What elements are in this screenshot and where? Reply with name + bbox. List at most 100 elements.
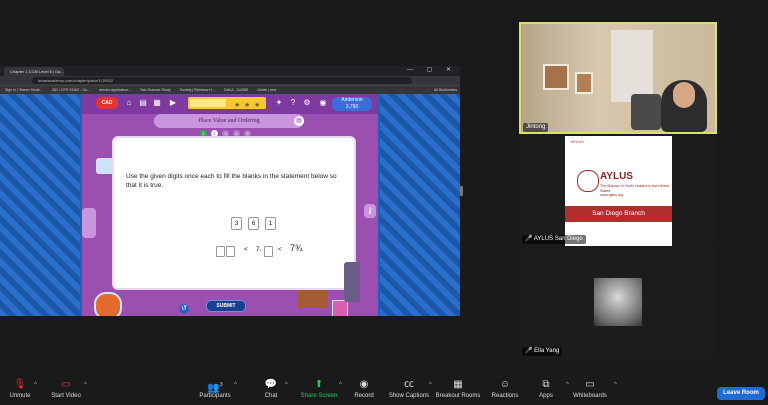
question-dots: 1 2 3 4 5 [200,130,260,138]
game-logo[interactable]: CAD [96,97,118,109]
meeting-toolbar: 🎙 Unmute ^ ▭ Start Video ^ 👥3 Participan… [0,378,768,405]
question-card: Use the given digits once each to fill t… [114,138,354,288]
window-blinds [611,30,653,102]
flask-decoration [94,292,122,316]
less-than-sign: < [244,246,248,253]
video-tile-aylus[interactable]: AYLUS AYLUS The Alliance of Youth Leader… [520,136,716,246]
browser-tab[interactable]: Chapter 1 CCM Level 6 | Ga... [4,67,64,76]
whiteboard-icon: ▭ [585,379,595,390]
start-video-label: Start Video [51,393,81,399]
grid-icon[interactable]: ▦ [152,98,162,108]
participants-count: 3 [219,382,223,388]
game-panel: CAD ⌂ ▤ ▦ ▶ ★ ★ ★ ✦ ? ⚙ ◉ Anderson 3,790 [82,94,378,316]
poster-band: San Diego Branch [565,206,672,222]
bookmark[interactable]: ISD / CPS S1W2 - Go... [52,88,90,92]
muted-mic-icon: 🎤 [525,348,533,354]
participant-name: 🎤 AYLUS San Diego [522,235,586,244]
less-than-sign: < [278,246,282,253]
question-dot[interactable]: 4 [233,130,240,137]
seven-decimal: 7. [256,246,262,253]
tools-panel[interactable] [82,208,96,238]
address-bar[interactable]: beastacademy.com/chapter/place/1/1/50/2 [32,77,412,84]
window-controls[interactable]: — ▢ ✕ [407,66,457,73]
poster-subtitle-text: The Alliance of Youth Leaders in the Uni… [600,184,669,193]
profile-name: Anderson [341,97,363,103]
video-tile-ella[interactable]: 🎤 Ella Yang [520,248,716,358]
background-pattern-left [0,94,80,316]
captions-label: Show Captions [388,393,430,399]
participant-name-text: Ella Yang [534,348,560,354]
whiteboards-label: Whiteboards [573,393,607,399]
bookmark[interactable]: San Science Study [140,88,170,92]
book-icon[interactable]: ▤ [294,116,304,126]
chevron-up-icon[interactable]: ^ [234,382,237,388]
bookmark[interactable]: Society | Rainbow H... [180,88,215,92]
progress-fill [190,99,226,107]
digit-tile[interactable]: 6 [248,217,259,230]
profile-points: 3,790 [345,104,359,110]
answer-blank[interactable] [216,246,225,257]
question-dot[interactable]: 1 [200,130,207,137]
info-button[interactable]: i [364,204,376,218]
refresh-icon[interactable]: ↺ [179,304,189,314]
mixed-number: 7¾ [290,243,303,253]
progress-bar: ★ ★ ★ [188,97,266,109]
poster-site: www.aylus.org [600,193,624,197]
chair [631,94,661,130]
chevron-up-icon[interactable]: ^ [285,382,288,388]
submit-button[interactable]: SUBMIT [206,300,246,312]
microscope-decoration [344,262,360,302]
participant-name: Jintong [523,123,549,132]
leave-room-button[interactable]: Leave Room [717,387,765,400]
chevron-up-icon[interactable]: ^ [614,382,617,388]
home-icon[interactable]: ⌂ [124,98,134,108]
lesson-title: Place Value and Ordering [154,114,304,128]
play-icon[interactable]: ▶ [168,98,178,108]
poster-title: AYLUS [600,171,633,182]
bookmark[interactable]: Sign In | Stanm Stude... [5,88,43,92]
question-dot[interactable]: 3 [222,130,229,137]
beaker-decoration [332,300,348,316]
poster-logo: AYLUS [571,139,584,144]
question-dot[interactable]: 5 [244,130,251,137]
muted-mic-icon: 🎤 [525,236,533,242]
answer-blank[interactable] [264,246,273,257]
whiteboards-button[interactable]: ▭ Whiteboards [562,378,618,401]
profile-picture [594,278,642,326]
digit-tile[interactable]: 1 [265,217,276,230]
star-icon: ★ [254,102,261,109]
wall-frame [543,64,569,90]
participants-label: Participants [199,393,231,399]
video-tile-jintong[interactable]: Jintong [519,22,717,134]
book-icon[interactable]: ▤ [138,98,148,108]
aylus-poster: AYLUS AYLUS The Alliance of Youth Leader… [565,136,672,246]
chevron-up-icon[interactable]: ^ [84,382,87,388]
poster-subtitle: The Alliance of Youth Leaders in the Uni… [600,184,670,198]
settings-icon[interactable]: ⚙ [302,98,312,108]
torch-icon [577,170,599,192]
lamp-decoration [96,158,116,174]
bookmark[interactable]: ZotLA - ZoOBE [224,88,248,92]
question-dot[interactable]: 2 [211,130,218,137]
bookmark[interactable]: mentor.application... [99,88,131,92]
lightbulb-icon[interactable]: ✦ [274,98,284,108]
star-icon: ★ [234,102,241,109]
shared-screen: Chapter 1 CCM Level 6 | Ga... — ▢ ✕ beas… [0,66,460,316]
chevron-up-icon[interactable]: ^ [34,382,37,388]
question-text: Use the given digits once each to fill t… [126,173,337,189]
wall-frame [575,72,593,94]
help-icon[interactable]: ? [288,98,298,108]
game-top-bar: CAD ⌂ ▤ ▦ ▶ ★ ★ ★ ✦ ? ⚙ ◉ Anderson 3,790 [82,94,378,114]
participant-name: 🎤 Ella Yang [522,347,563,356]
digit-tile[interactable]: 3 [231,217,242,230]
star-icon: ★ [244,102,251,109]
panel-resize-handle[interactable] [460,186,463,196]
game-area: CAD ⌂ ▤ ▦ ▶ ★ ★ ★ ✦ ? ⚙ ◉ Anderson 3,790 [0,94,460,316]
answer-blank[interactable] [226,246,235,257]
camera-icon[interactable]: ◉ [318,98,328,108]
bookmark[interactable]: Guide | new [257,88,276,92]
participant-name-text: AYLUS San Diego [533,236,583,242]
profile-badge[interactable]: Anderson 3,790 [332,97,372,111]
background-pattern-right [380,94,460,316]
participant-face [673,82,695,108]
